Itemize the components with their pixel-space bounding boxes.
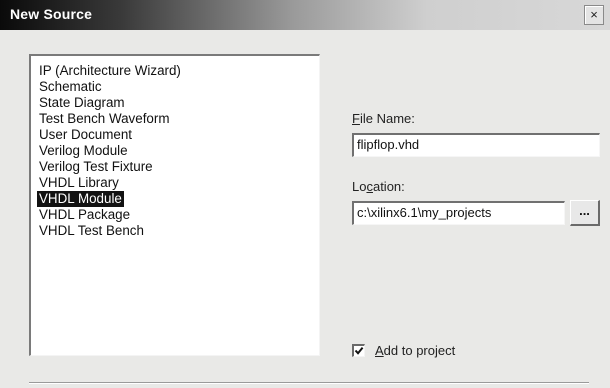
source-type-item[interactable]: IP (Architecture Wizard) [37,63,183,79]
source-type-item[interactable]: User Document [37,127,134,143]
source-type-item[interactable]: Verilog Test Fixture [37,159,155,175]
divider [29,382,589,384]
window-title: New Source [10,6,93,22]
file-name-input[interactable]: flipflop.vhd [352,133,600,157]
source-type-item[interactable]: VHDL Test Bench [37,223,146,239]
add-to-project-label[interactable]: Add to project [375,343,455,358]
source-type-item[interactable]: Test Bench Waveform [37,111,171,127]
browse-button[interactable]: ... [570,200,600,226]
title-bar[interactable]: New Source × [0,0,610,30]
location-label: Location: [352,179,405,194]
location-input[interactable]: c:\xilinx6.1\my_projects [352,201,565,225]
source-type-item[interactable]: VHDL Library [37,175,121,191]
source-type-list[interactable]: IP (Architecture Wizard) Schematic State D… [29,54,320,356]
add-to-project-checkbox[interactable] [352,344,365,357]
source-type-item[interactable]: VHDL Module [37,191,124,207]
file-name-label: File Name: [352,111,415,126]
source-type-item[interactable]: State Diagram [37,95,127,111]
source-type-item[interactable]: Verilog Module [37,143,130,159]
close-button[interactable]: × [584,5,604,25]
source-type-item[interactable]: VHDL Package [37,207,132,223]
checkmark-icon [354,346,364,355]
new-source-dialog: New Source × IP (Architecture Wizard) Sch… [0,0,610,388]
source-type-item[interactable]: Schematic [37,79,104,95]
